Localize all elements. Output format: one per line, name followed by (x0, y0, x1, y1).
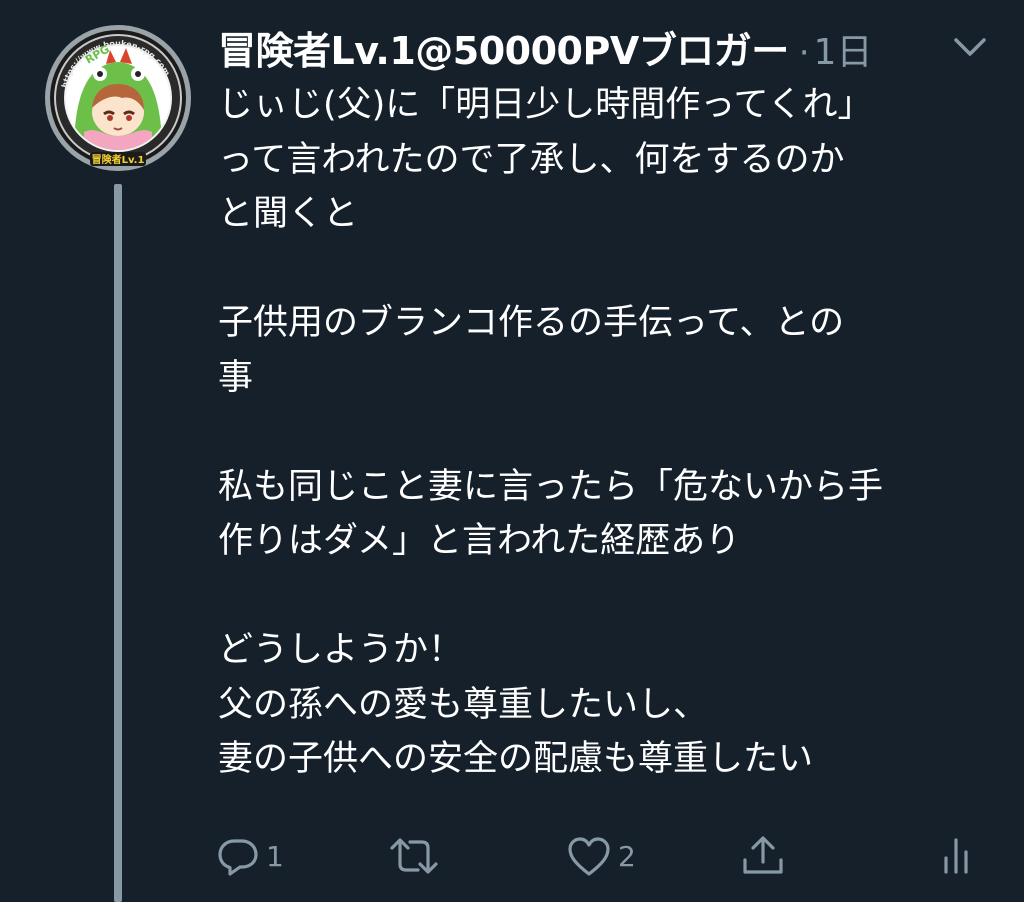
like-count: 2 (618, 839, 636, 873)
reply-count: 1 (266, 839, 284, 873)
display-name[interactable]: 冒険者Lv.1@50000PVブロガー (218, 20, 789, 75)
retweet-icon (390, 838, 438, 874)
share-button[interactable] (740, 826, 786, 886)
avatar-image: https://www.bouken-rpg.com RPG 冒険者Lv.1 (45, 25, 191, 171)
action-bar: 1 2 (0, 826, 1024, 886)
timestamp[interactable]: 1日 (814, 23, 873, 75)
thread-line (114, 184, 122, 902)
tweet-header: 冒険者Lv.1@50000PVブロガー · 1日 (218, 20, 872, 76)
tweet[interactable]: https://www.bouken-rpg.com RPG 冒険者Lv.1 冒… (0, 0, 1024, 902)
avatar[interactable]: https://www.bouken-rpg.com RPG 冒険者Lv.1 (44, 24, 192, 172)
reply-icon (218, 839, 258, 876)
tweet-text: じぃじ(父)に「明日少し時間作ってくれ」 って言われたので了承し、何をするのか … (218, 85, 884, 779)
chevron-down-icon[interactable] (948, 30, 992, 64)
share-icon (743, 836, 783, 874)
retweet-button[interactable] (388, 826, 446, 886)
analytics-button[interactable] (938, 826, 978, 886)
avatar-badge-text: 冒険者Lv.1 (92, 153, 145, 166)
heart-icon (568, 837, 610, 876)
separator-dot: · (798, 33, 810, 73)
like-button[interactable]: 2 (566, 826, 636, 886)
analytics-icon (944, 838, 968, 874)
reply-button[interactable]: 1 (216, 826, 284, 886)
